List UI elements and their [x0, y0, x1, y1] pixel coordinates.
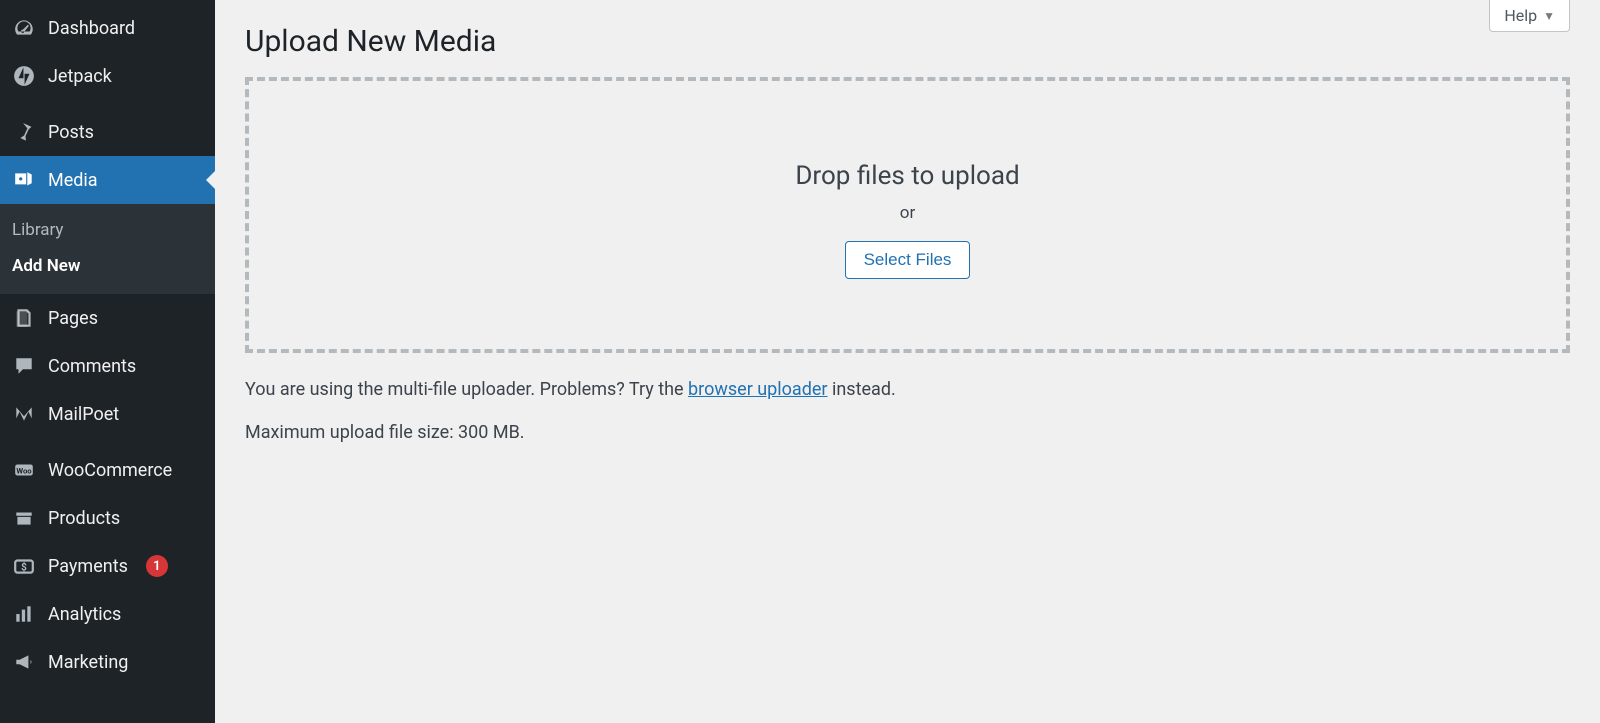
sidebar-item-label: Media [48, 170, 98, 191]
sidebar-item-label: Posts [48, 122, 94, 143]
note-prefix: You are using the multi-file uploader. P… [245, 379, 688, 400]
sidebar-item-woocommerce[interactable]: Woo WooCommerce [0, 446, 215, 494]
pin-icon [12, 120, 36, 144]
sidebar-item-label: Dashboard [48, 18, 135, 39]
sidebar-item-comments[interactable]: Comments [0, 342, 215, 390]
select-files-button[interactable]: Select Files [845, 241, 971, 279]
sidebar-item-products[interactable]: Products [0, 494, 215, 542]
sidebar-item-jetpack[interactable]: Jetpack [0, 52, 215, 100]
archive-icon [12, 506, 36, 530]
sidebar-item-label: Payments [48, 556, 128, 577]
admin-sidebar: Dashboard Jetpack Posts Media Library Ad… [0, 0, 215, 723]
sidebar-item-dashboard[interactable]: Dashboard [0, 4, 215, 52]
sidebar-item-posts[interactable]: Posts [0, 108, 215, 156]
sidebar-item-media[interactable]: Media [0, 156, 215, 204]
sidebar-subitem-library[interactable]: Library [0, 212, 215, 248]
page-title: Upload New Media [245, 0, 1570, 77]
chevron-down-icon: ▼ [1543, 9, 1555, 23]
jetpack-icon [12, 64, 36, 88]
sidebar-subitem-addnew[interactable]: Add New [0, 248, 215, 284]
upload-dropzone[interactable]: Drop files to upload or Select Files [245, 77, 1570, 353]
comment-icon [12, 354, 36, 378]
payments-badge: 1 [146, 555, 168, 577]
sidebar-item-label: Comments [48, 356, 136, 377]
uploader-note: You are using the multi-file uploader. P… [245, 379, 1570, 400]
gauge-icon [12, 16, 36, 40]
sidebar-submenu-media: Library Add New [0, 204, 215, 294]
sidebar-item-label: MailPoet [48, 404, 119, 425]
help-tab[interactable]: Help ▼ [1489, 0, 1570, 32]
sidebar-item-label: Products [48, 508, 120, 529]
svg-text:$: $ [21, 562, 27, 573]
svg-text:Woo: Woo [16, 466, 32, 475]
note-suffix: instead. [828, 379, 896, 400]
sidebar-item-pages[interactable]: Pages [0, 294, 215, 342]
media-icon [12, 168, 36, 192]
browser-uploader-link[interactable]: browser uploader [688, 379, 827, 400]
sidebar-item-mailpoet[interactable]: MailPoet [0, 390, 215, 438]
chart-icon [12, 602, 36, 626]
dropzone-title: Drop files to upload [269, 161, 1546, 191]
sidebar-item-marketing[interactable]: Marketing [0, 638, 215, 686]
megaphone-icon [12, 650, 36, 674]
sidebar-item-analytics[interactable]: Analytics [0, 590, 215, 638]
sidebar-item-label: Pages [48, 308, 98, 329]
sidebar-item-label: WooCommerce [48, 460, 172, 481]
payments-icon: $ [12, 554, 36, 578]
main-content: Help ▼ Upload New Media Drop files to up… [215, 0, 1600, 723]
sidebar-item-label: Marketing [48, 652, 128, 673]
woocommerce-icon: Woo [12, 458, 36, 482]
sidebar-item-label: Analytics [48, 604, 121, 625]
mailpoet-icon [12, 402, 36, 426]
sidebar-item-label: Jetpack [48, 66, 112, 87]
pages-icon [12, 306, 36, 330]
help-label: Help [1504, 6, 1537, 25]
max-upload-note: Maximum upload file size: 300 MB. [245, 422, 1570, 443]
dropzone-or: or [269, 203, 1546, 223]
sidebar-item-payments[interactable]: $ Payments 1 [0, 542, 215, 590]
